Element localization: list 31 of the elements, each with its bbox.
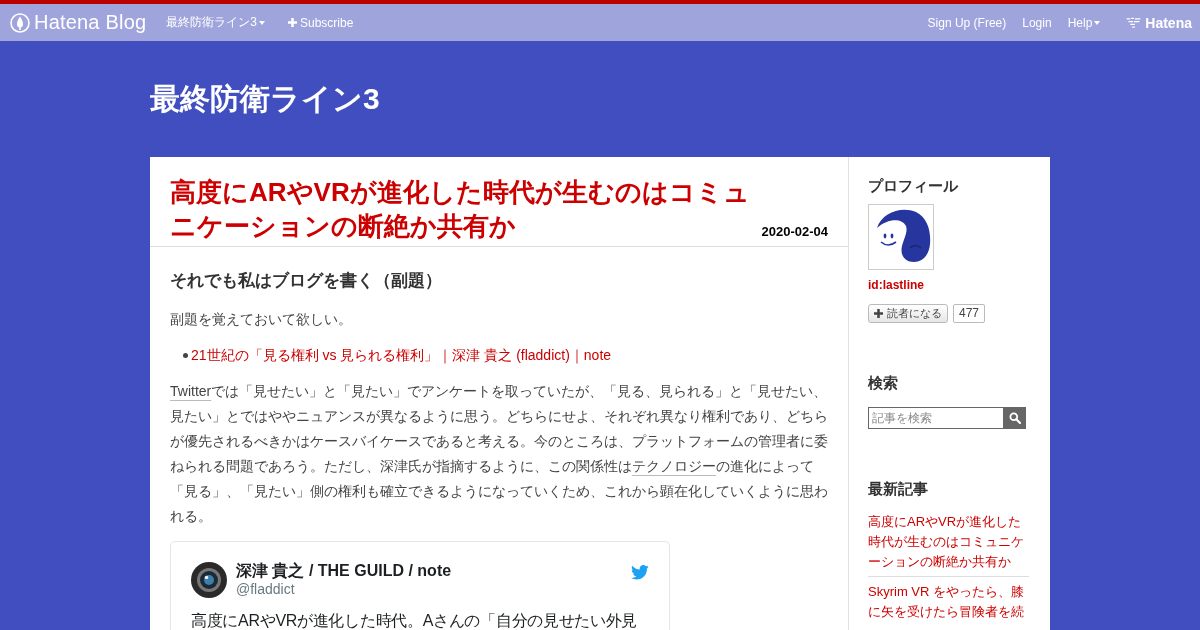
sidebar-heading: 最新記事: [868, 479, 929, 499]
subscriber-count: 477: [953, 304, 986, 323]
tweet-text: 高度にARやVRが進化した時代。Aさんの「自分の見せたい外見: [191, 611, 639, 630]
sidebar-heading: プロフィール: [868, 176, 959, 196]
article-text: 副題を覚えておいて欲しい。: [170, 310, 353, 329]
caret-icon: [1094, 20, 1101, 25]
plus-icon: [287, 18, 297, 27]
tweet-author-name[interactable]: 深津 貴之 / THE GUILD / note: [236, 562, 631, 580]
article-paragraph: Twitterでは「見せたい」と「見たい」でアンケートを取っていたが、「見る、見られる」と「見せたい、見たい」とではややニュアンスが異なるように思う。どちらにせよ、それぞれ異なり権利であり、どちらが優先されるべきかはケースバイケースであると考える。今のところは、プラットフォームの管理者に委ねられる問題であろう。ただし、深津氏が指摘するように、この関係性はテクノロジーの進化によって「見る」、「見たい」側の権利も確立できるようになっていくため、これから顕在化していくように思われる。: [170, 382, 828, 526]
keyword-link[interactable]: Twitter: [170, 383, 212, 399]
smiley-avatar-icon[interactable]: [868, 204, 934, 270]
bird-icon[interactable]: [631, 565, 649, 580]
recent-article-link[interactable]: 高度にARやVRが進化した時代が生むのはコミュニケーションの断絶か共有か: [868, 512, 1029, 572]
sidebar-heading: 検索: [868, 373, 899, 393]
article-title[interactable]: 高度にARやVRが進化した時代が生むのはコミュニケーションの断絶か共有か: [170, 175, 760, 243]
article-subtitle: それでも私はブログを書く（副題）: [170, 270, 443, 292]
avatar-icon[interactable]: [191, 562, 227, 598]
blog-title[interactable]: 最終防衛ライン3: [150, 81, 1050, 117]
recent-article-link[interactable]: Skyrim VR をやったら、膝に矢を受けたら冒険者を続: [868, 582, 1029, 622]
user-id-link[interactable]: id:lastline: [868, 277, 1029, 293]
search-icon: [1009, 412, 1021, 424]
plus-icon: [874, 309, 883, 318]
article-link[interactable]: 21世紀の「見る権利 vs 見られる権利」｜深津 貴之 (fladdict)｜note: [191, 343, 612, 368]
caret-icon: [258, 20, 265, 25]
bullet-icon: [183, 353, 188, 358]
search-field[interactable]: 記事を検索: [868, 407, 1004, 429]
article-date: 2020-02-04: [761, 224, 828, 241]
search-button[interactable]: [1004, 407, 1026, 429]
keyword-link[interactable]: テクノロジー: [632, 458, 716, 474]
tweet-author-handle[interactable]: @fladdict: [236, 580, 631, 598]
subscribe-button[interactable]: 読者になる: [868, 304, 948, 323]
